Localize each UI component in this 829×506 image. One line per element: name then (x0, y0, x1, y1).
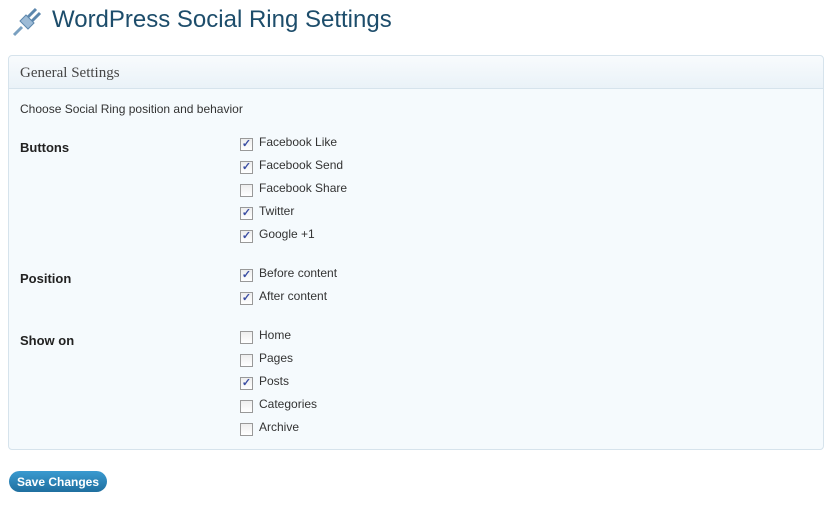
option-facebook-send[interactable]: ✓ Facebook Send (240, 157, 344, 174)
checkbox[interactable]: ✓ (240, 291, 253, 305)
section-label: Buttons (20, 140, 70, 155)
plugin-plug-icon (12, 7, 42, 37)
option-before-content[interactable]: ✓ Before content (240, 265, 338, 282)
checkbox[interactable] (240, 422, 253, 436)
option-home[interactable]: Home (240, 327, 292, 344)
option-label: Categories (259, 397, 318, 411)
option-archive[interactable]: Archive (240, 419, 300, 436)
save-changes-button[interactable]: Save Changes (9, 471, 107, 492)
option-twitter[interactable]: ✓ Twitter (240, 203, 295, 220)
checkbox[interactable]: ✓ (240, 137, 253, 151)
checkbox[interactable]: ✓ (240, 229, 253, 243)
option-label: Home (259, 328, 292, 342)
option-label: Before content (259, 266, 338, 280)
checkbox[interactable]: ✓ (240, 206, 253, 220)
option-facebook-share[interactable]: Facebook Share (240, 180, 348, 197)
panel-description: Choose Social Ring position and behavior (20, 102, 243, 116)
option-label: Pages (259, 351, 294, 365)
option-label: Facebook Share (259, 181, 348, 195)
section-label: Position (20, 271, 72, 286)
panel-title: General Settings (20, 65, 120, 81)
checkbox[interactable] (240, 399, 253, 413)
option-posts[interactable]: ✓ Posts (240, 373, 290, 390)
option-label: Facebook Send (259, 158, 344, 172)
option-label: Posts (259, 374, 290, 388)
checkbox[interactable]: ✓ (240, 376, 253, 390)
option-facebook-like[interactable]: ✓ Facebook Like (240, 134, 338, 151)
checkbox[interactable]: ✓ (240, 268, 253, 282)
option-label: Twitter (259, 204, 295, 218)
section-label: Show on (20, 333, 75, 348)
option-label: Archive (259, 420, 300, 434)
general-settings-panel: General Settings Choose Social Ring posi… (8, 55, 824, 450)
option-google-1[interactable]: ✓ Google +1 (240, 226, 315, 243)
page-title: WordPress Social Ring Settings (52, 6, 392, 33)
option-pages[interactable]: Pages (240, 350, 294, 367)
checkbox[interactable]: ✓ (240, 160, 253, 174)
checkbox[interactable] (240, 353, 253, 367)
option-label: Facebook Like (259, 135, 338, 149)
option-categories[interactable]: Categories (240, 396, 318, 413)
checkbox[interactable] (240, 330, 253, 344)
checkbox[interactable] (240, 183, 253, 197)
option-label: After content (259, 289, 328, 303)
option-label: Google +1 (259, 227, 315, 241)
option-after-content[interactable]: ✓ After content (240, 288, 328, 305)
